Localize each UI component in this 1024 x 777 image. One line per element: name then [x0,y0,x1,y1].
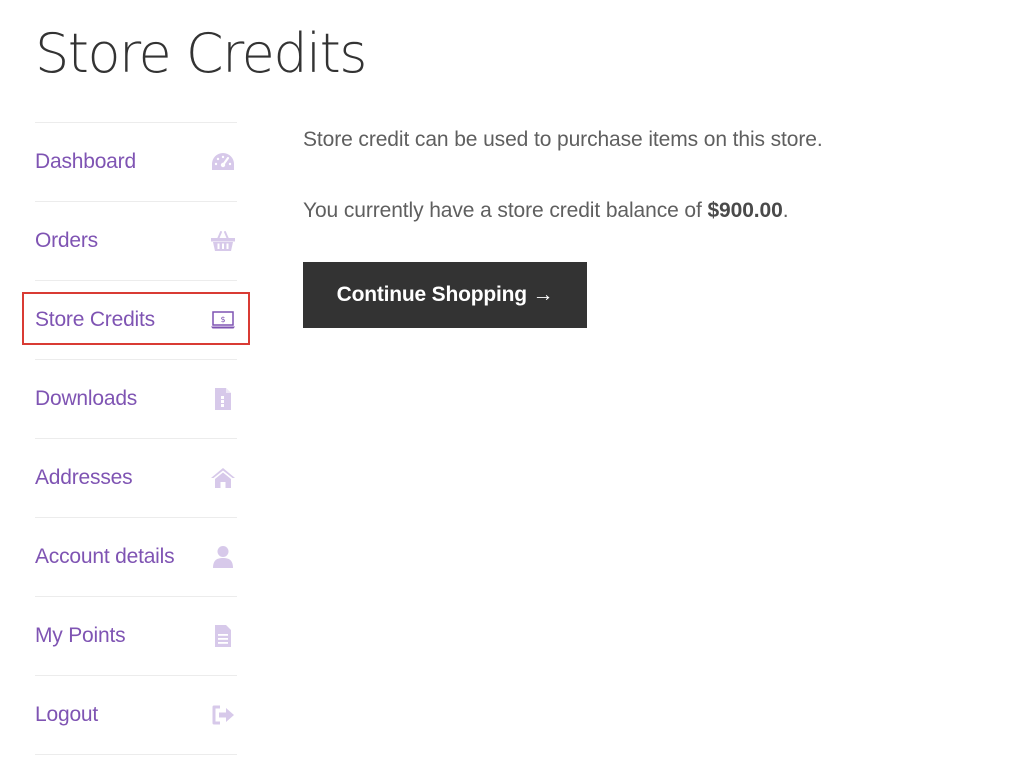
nav-item-dashboard[interactable]: Dashboard [35,123,237,202]
account-navigation: Dashboard Orders Store Credits $ Downloa… [22,122,250,755]
store-credit-balance: You currently have a store credit balanc… [303,193,789,229]
nav-item-logout[interactable]: Logout [35,676,237,755]
nav-label-store-credits: Store Credits [35,308,155,331]
nav-label-downloads: Downloads [35,387,138,410]
nav-item-downloads[interactable]: Downloads [35,360,237,439]
nav-label-logout: Logout [35,703,99,726]
nav-label-account-details: Account details [35,545,175,568]
nav-label-addresses: Addresses [35,466,133,489]
home-icon [210,465,236,491]
document-icon [210,623,236,649]
nav-label-dashboard: Dashboard [35,150,136,173]
balance-suffix: . [782,199,789,222]
balance-amount: $900.00 [707,199,783,222]
file-download-icon [210,386,236,412]
nav-item-addresses[interactable]: Addresses [35,439,237,518]
laptop-dollar-icon: $ [210,307,236,333]
nav-item-account-details[interactable]: Account details [35,518,237,597]
nav-label-orders: Orders [35,229,98,252]
sign-out-icon [210,702,236,728]
nav-item-my-points[interactable]: My Points [35,597,237,676]
nav-item-orders[interactable]: Orders [35,202,237,281]
continue-shopping-button[interactable]: Continue Shopping → [303,262,587,328]
svg-text:$: $ [220,315,225,324]
nav-item-store-credits[interactable]: Store Credits $ [22,281,250,360]
user-icon [210,544,236,570]
store-credit-intro: Store credit can be used to purchase ite… [303,128,823,151]
basket-icon [210,228,236,254]
balance-prefix: You currently have a store credit balanc… [303,199,708,222]
dashboard-gauge-icon [210,149,236,175]
page-title: Store Credits [35,22,367,85]
nav-label-my-points: My Points [35,624,126,647]
